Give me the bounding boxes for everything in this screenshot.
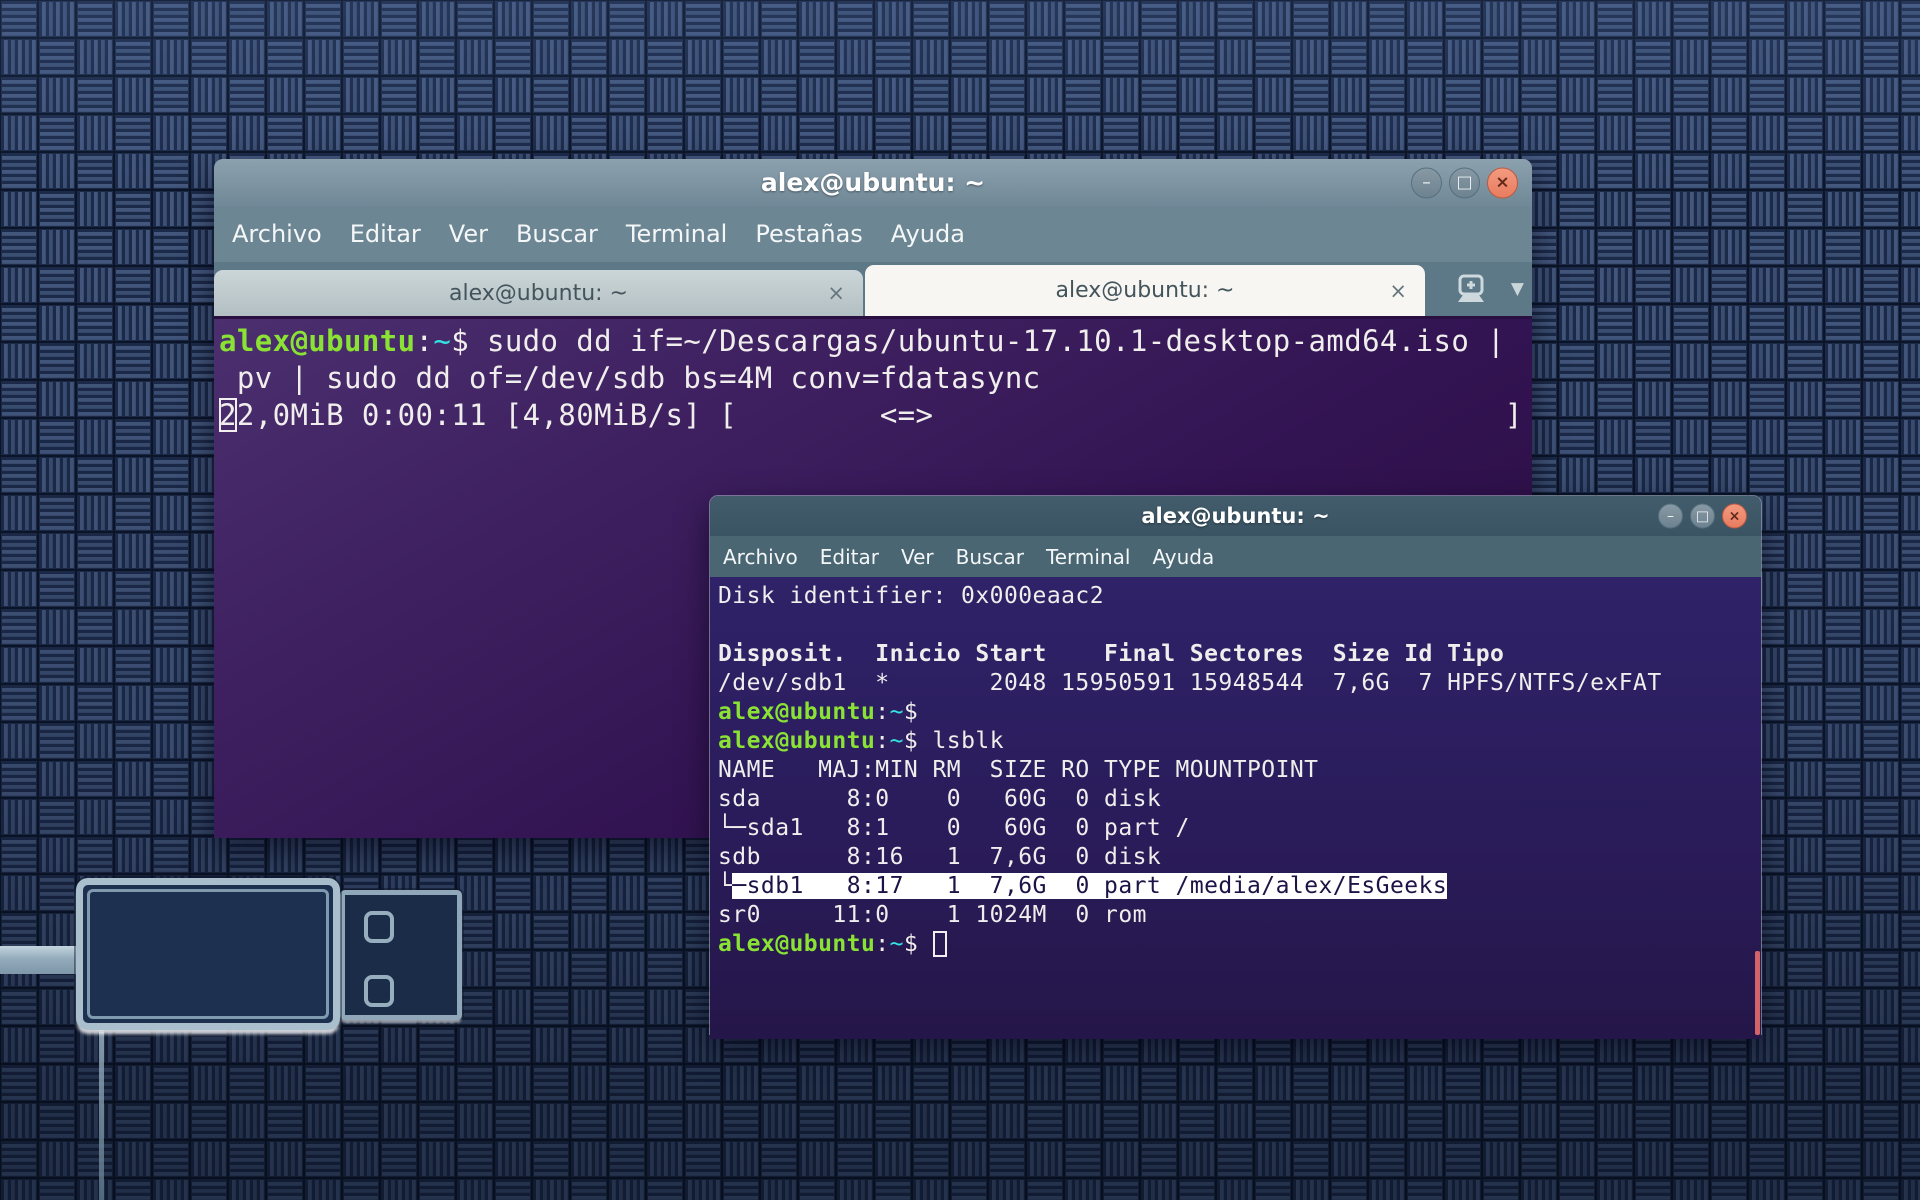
menu-item-editar[interactable]: Editar (336, 220, 435, 248)
close-icon: × (1495, 173, 1509, 193)
minimize-icon: – (1667, 508, 1674, 524)
terminal-line: 22,0MiB 0:00:11 [4,80MiB/s] [ <=> ] (219, 397, 1532, 434)
terminal-line: pv | sudo dd of=/dev/sdb bs=4M conv=fdat… (219, 360, 1532, 397)
minimize-icon: – (1422, 173, 1431, 193)
window-title: alex@ubuntu: ~ (761, 168, 985, 197)
terminal-content[interactable]: Disk identifier: 0x000eaac2 Disposit. Ini… (710, 577, 1761, 1039)
maximize-button[interactable]: □ (1690, 504, 1715, 529)
menu-item-terminal[interactable]: Terminal (1035, 545, 1142, 569)
usb-body (76, 878, 340, 1030)
menu-item-ver[interactable]: Ver (890, 545, 945, 569)
window-controls: – □ × (1411, 167, 1518, 198)
usb-body-inner-outline (87, 889, 329, 1019)
minimize-button[interactable]: – (1658, 504, 1683, 529)
close-icon: × (1729, 508, 1741, 524)
terminal-line: └─sda1 8:1 0 60G 0 part / (718, 814, 1761, 843)
terminal-line: Disk identifier: 0x000eaac2 (718, 582, 1761, 611)
tab-label: alex@ubuntu: ~ (449, 281, 628, 306)
menu-bar: ArchivoEditarVerBuscarTerminalPestañasAy… (214, 206, 1532, 262)
window-titlebar[interactable]: alex@ubuntu: ~ – □ × (214, 159, 1532, 206)
usb-connector (340, 890, 462, 1020)
menu-item-archivo[interactable]: Archivo (712, 545, 809, 569)
tab-label: alex@ubuntu: ~ (1056, 278, 1235, 303)
usb-contact (364, 911, 394, 943)
tab-bar: alex@ubuntu: ~ × alex@ubuntu: ~ × ▼ (214, 262, 1532, 316)
menu-item-archivo[interactable]: Archivo (218, 220, 336, 248)
close-button[interactable]: × (1722, 504, 1747, 529)
terminal-line: NAME MAJ:MIN RM SIZE RO TYPE MOUNTPOINT (718, 756, 1761, 785)
tab-close-icon[interactable]: × (827, 281, 845, 305)
menu-item-terminal[interactable]: Terminal (612, 220, 741, 248)
terminal-tab[interactable]: alex@ubuntu: ~ × (214, 270, 863, 316)
terminal-line: alex@ubuntu:~$ (718, 930, 1761, 959)
tab-strip: alex@ubuntu: ~ × alex@ubuntu: ~ × (214, 262, 1427, 316)
terminal-line: sr0 11:0 1 1024M 0 rom (718, 901, 1761, 930)
terminal-line: alex@ubuntu:~$ lsblk (718, 727, 1761, 756)
window-titlebar[interactable]: alex@ubuntu: ~ – □ × (710, 496, 1761, 536)
minimize-button[interactable]: – (1411, 167, 1442, 198)
maximize-icon: □ (1456, 173, 1472, 193)
maximize-button[interactable]: □ (1449, 167, 1480, 198)
tab-list-dropdown-button[interactable]: ▼ (1511, 279, 1524, 299)
usb-vertical-line (99, 1030, 104, 1200)
window-title: alex@ubuntu: ~ (1141, 504, 1329, 528)
window-controls: – □ × (1658, 504, 1747, 529)
menu-item-ver[interactable]: Ver (435, 220, 502, 248)
terminal-line: Disposit. Inicio Start Final Sectores Si… (718, 640, 1761, 669)
terminal-window-2: alex@ubuntu: ~ – □ × ArchivoEditarVerBus… (710, 496, 1761, 1034)
terminal-line (718, 611, 1761, 640)
usb-contact (364, 975, 394, 1007)
terminal-tab[interactable]: alex@ubuntu: ~ × (865, 265, 1425, 316)
terminal-line: alex@ubuntu:~$ sudo dd if=~/Descargas/ub… (219, 323, 1532, 360)
maximize-icon: □ (1696, 508, 1709, 524)
close-button[interactable]: × (1487, 167, 1518, 198)
menu-item-pestañas[interactable]: Pestañas (741, 220, 876, 248)
terminal-line: /dev/sdb1 * 2048 15950591 15948544 7,6G … (718, 669, 1761, 698)
desktop: alex@ubuntu: ~ – □ × ArchivoEditarVerBus… (0, 0, 1920, 1200)
terminal-line: alex@ubuntu:~$ (718, 698, 1761, 727)
scrollbar[interactable] (1755, 951, 1760, 1035)
menu-item-ayuda[interactable]: Ayuda (1141, 545, 1225, 569)
terminal-line: └─sdb1 8:17 1 7,6G 0 part /media/alex/Es… (718, 872, 1761, 901)
terminal-line: sda 8:0 0 60G 0 disk (718, 785, 1761, 814)
menu-item-ayuda[interactable]: Ayuda (877, 220, 979, 248)
terminal-line: sdb 8:16 1 7,6G 0 disk (718, 843, 1761, 872)
new-terminal-icon[interactable] (1453, 273, 1491, 305)
tab-close-icon[interactable]: × (1389, 279, 1407, 303)
menu-bar: ArchivoEditarVerBuscarTerminalAyuda (710, 536, 1761, 577)
menu-item-editar[interactable]: Editar (809, 545, 890, 569)
tab-bar-controls: ▼ (1453, 262, 1524, 316)
menu-item-buscar[interactable]: Buscar (945, 545, 1035, 569)
menu-item-buscar[interactable]: Buscar (502, 220, 612, 248)
